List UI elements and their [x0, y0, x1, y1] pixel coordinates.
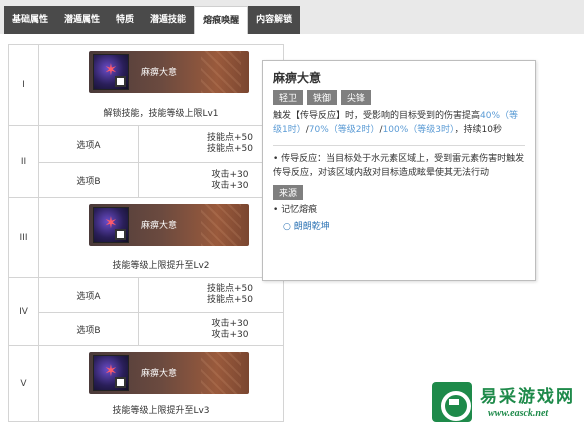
row-number: II: [9, 126, 39, 197]
skill-tooltip: 麻痹大意 轻卫 铁御 尖锋 触发【传导反应】时，受影响的目标受到的伤害提高40%…: [262, 60, 536, 281]
option-label: 选项B: [39, 163, 139, 198]
option-value: 技能点+50: [207, 295, 253, 305]
option-value: 技能点+50: [207, 133, 253, 143]
tooltip-description: 触发【传导反应】时，受影响的目标受到的伤害提高40%（等级1时）/70%（等级2…: [273, 111, 519, 135]
option-value: 攻击+30: [211, 329, 249, 340]
row-caption: 解锁技能，技能等级上限Lv1: [103, 109, 219, 119]
tab-content-unlock[interactable]: 内容解锁: [248, 6, 300, 34]
skill-name: 麻痹大意: [141, 369, 178, 379]
source-type: • 记忆熔痕: [273, 205, 318, 215]
option-value: 技能点+50: [207, 144, 253, 154]
skill-icon: ✶: [93, 207, 129, 243]
option-row: 选项A 技能点+50 技能点+50: [39, 278, 283, 312]
tab-dive-attributes[interactable]: 潜遁属性: [56, 6, 108, 34]
option-value: 技能点+50: [207, 284, 253, 294]
table-row: II 选项A 技能点+50 技能点+50 选项B 攻击+30 攻击+30: [9, 125, 283, 198]
row-caption: 技能等级上限提升至Lv2: [112, 261, 210, 271]
row-caption: 技能等级上限提升至Lv3: [112, 406, 210, 416]
tab-strip: 基础属性 潜遁属性 特质 潜遁技能 熔痕唤醒 内容解锁: [0, 0, 584, 34]
tab-basic-attributes[interactable]: 基础属性: [4, 6, 56, 34]
row-content: 选项A 技能点+50 技能点+50 选项B 攻击+30 攻击+30: [39, 278, 283, 346]
tab-imprint-awaken[interactable]: 熔痕唤醒: [194, 6, 249, 34]
tag: 铁御: [307, 90, 338, 105]
option-label: 选项A: [39, 126, 139, 162]
skill-icon: ✶: [93, 355, 129, 391]
row-content: ✶ 麻痹大意 解锁技能，技能等级上限Lv1: [39, 45, 283, 125]
watermark-url: www.easck.net: [488, 408, 549, 419]
awaken-table: I ✶ 麻痹大意 解锁技能，技能等级上限Lv1 II 选项A 技能点+50 技能…: [8, 44, 284, 422]
option-value: 攻击+30: [211, 318, 249, 329]
tag: 尖锋: [341, 90, 372, 105]
level3-value: 100%（等级3时）: [382, 125, 455, 135]
option-label: 选项A: [39, 278, 139, 312]
row-number: I: [9, 45, 39, 125]
tab-bar: 基础属性 潜遁属性 特质 潜遁技能 熔痕唤醒 内容解锁: [4, 6, 301, 34]
row-content: ✶ 麻痹大意 技能等级上限提升至Lv2: [39, 198, 283, 277]
option-value: 攻击+30: [211, 169, 249, 180]
source-link[interactable]: ○ 朗朗乾坤: [273, 222, 330, 232]
skill-banner[interactable]: ✶ 麻痹大意: [89, 204, 249, 246]
skill-name: 麻痹大意: [141, 68, 178, 78]
tooltip-note: • 传导反应：当目标处于水元素区域上，受到雷元素伤害时触发传导反应，对该区域内敌…: [273, 154, 525, 178]
tab-dive-skills[interactable]: 潜遁技能: [142, 6, 194, 34]
table-row: I ✶ 麻痹大意 解锁技能，技能等级上限Lv1: [9, 45, 283, 125]
row-number: V: [9, 346, 39, 422]
option-row: 选项A 技能点+50 技能点+50: [39, 126, 283, 162]
table-row: IV 选项A 技能点+50 技能点+50 选项B 攻击+30 攻击+30: [9, 277, 283, 346]
watermark-logo-icon: [432, 382, 472, 422]
row-number: IV: [9, 278, 39, 345]
tag: 轻卫: [273, 90, 304, 105]
note-text: 传导反应：当目标处于水元素区域上，受到雷元素伤害时触发传导反应，对该区域内敌对目…: [273, 154, 525, 178]
skill-banner[interactable]: ✶ 麻痹大意: [89, 51, 249, 93]
tooltip-tags: 轻卫 铁御 尖锋: [273, 90, 525, 105]
source-name: 朗朗乾坤: [293, 222, 330, 232]
option-label: 选项B: [39, 313, 139, 346]
desc-text: 触发【传导反应】时，受影响的目标受到的伤害提高: [273, 111, 481, 121]
table-row: V ✶ 麻痹大意 技能等级上限提升至Lv3: [9, 345, 283, 422]
source-link-line: ○ 朗朗乾坤: [273, 221, 525, 234]
row-number: III: [9, 198, 39, 277]
option-values: 攻击+30 攻击+30: [139, 313, 283, 346]
option-values: 技能点+50 技能点+50: [139, 278, 283, 312]
divider: [273, 145, 525, 146]
tooltip-title: 麻痹大意: [273, 71, 322, 85]
source-tag: 来源: [273, 185, 304, 200]
skill-icon: ✶: [93, 54, 129, 90]
table-row: III ✶ 麻痹大意 技能等级上限提升至Lv2: [9, 197, 283, 277]
skill-banner[interactable]: ✶ 麻痹大意: [89, 352, 249, 394]
option-row: 选项B 攻击+30 攻击+30: [39, 312, 283, 346]
tab-traits[interactable]: 特质: [108, 6, 142, 34]
level2-value: 70%（等级2时）: [308, 125, 380, 135]
row-content: ✶ 麻痹大意 技能等级上限提升至Lv3: [39, 346, 283, 422]
watermark-title: 易采游戏网: [480, 387, 575, 407]
skill-name: 麻痹大意: [141, 221, 178, 231]
option-row: 选项B 攻击+30 攻击+30: [39, 162, 283, 198]
desc-text: ，持续10秒: [454, 125, 502, 135]
row-content: 选项A 技能点+50 技能点+50 选项B 攻击+30 攻击+30: [39, 126, 283, 198]
option-value: 攻击+30: [211, 180, 249, 191]
watermark: 易采游戏网 www.easck.net: [432, 382, 584, 429]
source-type-text: 记忆熔痕: [281, 205, 318, 215]
